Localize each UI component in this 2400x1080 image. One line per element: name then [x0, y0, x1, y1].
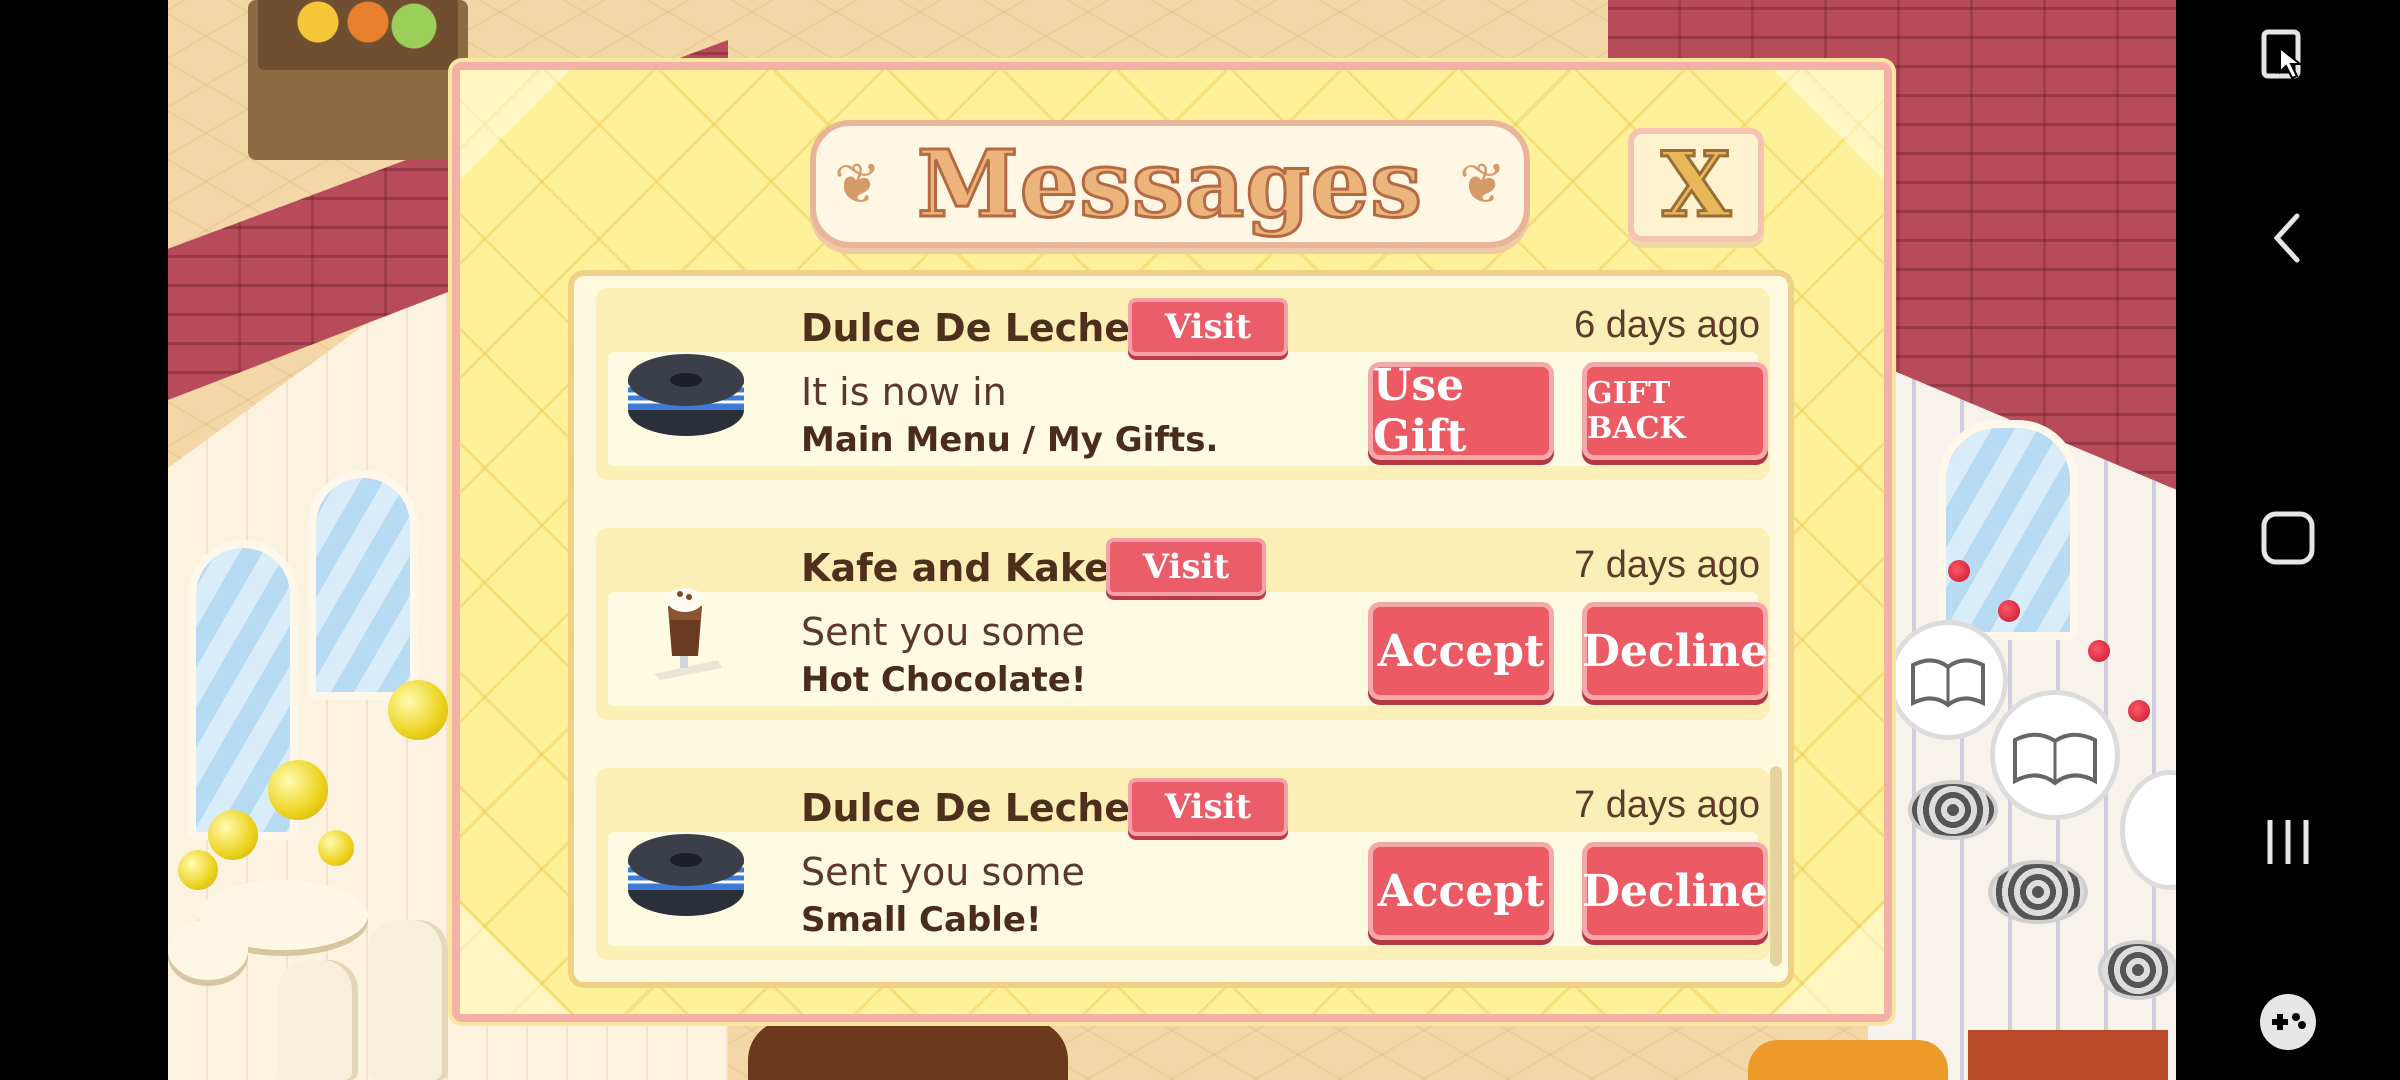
message-item-name: Hot Chocolate! — [801, 660, 1087, 700]
rose — [2088, 640, 2110, 662]
decline-button[interactable]: Decline — [1582, 842, 1768, 940]
corner-ornament — [460, 904, 570, 1014]
system-nav-bar — [2176, 0, 2400, 1080]
corner-ornament — [460, 70, 570, 180]
recents-icon[interactable] — [2176, 812, 2400, 872]
use-gift-button[interactable]: Use Gift — [1368, 360, 1554, 462]
visit-button[interactable]: Visit — [1128, 778, 1288, 836]
message-time: 7 days ago — [1574, 544, 1760, 586]
message-text: Sent you some — [801, 850, 1085, 894]
produce-crate-fruit — [258, 0, 458, 70]
game-tools-icon[interactable] — [2176, 990, 2400, 1054]
message-list[interactable]: Dulce De Leche Visit 6 days ago It is no… — [568, 270, 1794, 988]
message-item-name: Small Cable! — [801, 900, 1042, 940]
lamp[interactable] — [178, 850, 218, 890]
lamp[interactable] — [318, 830, 354, 866]
scrollbar[interactable] — [1770, 766, 1782, 966]
recipe-book-bubble[interactable] — [1888, 620, 2008, 740]
lamp[interactable] — [268, 760, 328, 820]
counter[interactable] — [1968, 1030, 2168, 1080]
lamp[interactable] — [388, 680, 448, 740]
rose — [1998, 600, 2020, 622]
stove-burner[interactable] — [2098, 940, 2176, 1000]
accept-button[interactable]: Accept — [1368, 602, 1554, 700]
sender-name: Kafe and Kake — [801, 546, 1110, 590]
window — [308, 470, 418, 700]
accept-button[interactable]: Accept — [1368, 842, 1554, 940]
dialog-title: Messages — [915, 129, 1424, 240]
hot-chocolate-icon — [624, 576, 748, 684]
recipe-book-icon — [1911, 658, 1985, 708]
rose — [2128, 700, 2150, 722]
flourish-icon: ❦ — [1459, 152, 1506, 217]
message-item: Kafe and Kake Visit 7 days ago Sent you … — [596, 528, 1770, 720]
sender-name: Dulce De Leche — [801, 306, 1131, 350]
flourish-icon: ❦ — [834, 152, 881, 217]
messages-dialog: ❦ Messages ❦ X Dulce De Leche Visit 6 da… — [452, 62, 1892, 1022]
sender-name: Dulce De Leche — [801, 786, 1131, 830]
visit-button[interactable]: Visit — [1106, 538, 1266, 596]
croissant-display[interactable] — [1748, 1040, 1948, 1080]
cable-spool-icon — [624, 816, 748, 924]
stove-burner[interactable] — [1908, 780, 1998, 840]
message-text: Sent you some — [801, 610, 1085, 654]
chair[interactable] — [278, 960, 358, 1080]
gift-back-button[interactable]: GIFT BACK — [1582, 362, 1768, 460]
close-button[interactable]: X — [1628, 128, 1764, 242]
message-text: It is now in — [801, 370, 1007, 414]
title-plate: ❦ Messages ❦ — [810, 120, 1530, 248]
chocolate-cake[interactable] — [748, 1020, 1068, 1080]
message-item-name: Main Menu / My Gifts. — [801, 420, 1219, 460]
chair[interactable] — [368, 920, 448, 1080]
home-icon[interactable] — [2176, 508, 2400, 568]
message-time: 6 days ago — [1574, 304, 1760, 346]
lamp[interactable] — [208, 810, 258, 860]
rose — [1948, 560, 1970, 582]
screen-pin-icon[interactable] — [2176, 28, 2400, 92]
message-item: Dulce De Leche Visit 6 days ago It is no… — [596, 288, 1770, 480]
message-item: Dulce De Leche Visit 7 days ago Sent you… — [596, 768, 1770, 960]
message-time: 7 days ago — [1574, 784, 1760, 826]
recipe-book-bubble[interactable] — [1990, 690, 2120, 820]
visit-button[interactable]: Visit — [1128, 298, 1288, 356]
stove-burner[interactable] — [1988, 860, 2088, 924]
close-icon: X — [1660, 131, 1733, 240]
cable-spool-icon — [624, 336, 748, 444]
cafe-table[interactable] — [168, 920, 248, 980]
corner-ornament — [1774, 70, 1884, 180]
back-icon[interactable] — [2176, 208, 2400, 268]
decline-button[interactable]: Decline — [1582, 602, 1768, 700]
recipe-book-icon — [2013, 732, 2097, 786]
